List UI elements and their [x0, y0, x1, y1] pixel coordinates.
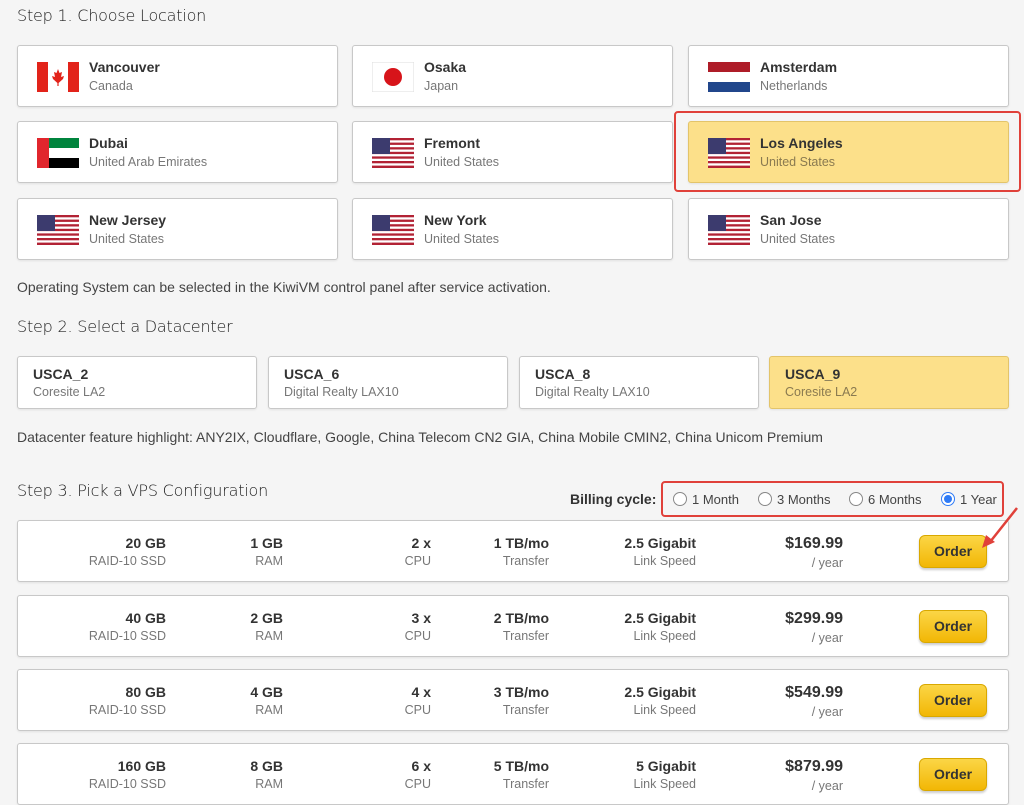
- location-name: San Jose: [760, 212, 822, 228]
- plan-cpu: 3 x CPU: [404, 610, 431, 643]
- plan-row: 20 GB RAID-10 SSD 1 GB RAM 2 x CPU 1 TB/mo T…: [17, 520, 1009, 582]
- plan-row: 40 GB RAID-10 SSD 2 GB RAM 3 x CPU 2 TB/mo T…: [17, 595, 1009, 657]
- plan-row: 160 GB RAID-10 SSD 8 GB RAM 6 x CPU 5 TB/mo…: [17, 743, 1009, 805]
- billing-option-label: 1 Month: [692, 491, 739, 507]
- location-country: United States: [89, 232, 165, 246]
- plan-link-speed: 5 Gigabit Link Speed: [633, 758, 696, 791]
- os-note: Operating System can be selected in the …: [17, 279, 551, 295]
- location-name: New Jersey: [89, 212, 167, 228]
- canada-flag-icon: [37, 62, 79, 92]
- plan-ram: 8 GB RAM: [250, 758, 283, 791]
- location-country: Canada: [89, 79, 133, 93]
- billing-option-label: 3 Months: [777, 491, 831, 507]
- netherlands-flag-icon: [708, 62, 750, 92]
- plan-price: $299.99/ year: [785, 610, 843, 645]
- location-fremont[interactable]: Fremont United States: [352, 121, 673, 183]
- radio-button-checked[interactable]: [941, 492, 955, 506]
- datacenter-usca-2[interactable]: USCA_2 Coresite LA2: [17, 356, 257, 409]
- location-san-jose[interactable]: San Jose United States: [688, 198, 1009, 260]
- plan-disk: 160 GB RAID-10 SSD: [88, 758, 166, 791]
- datacenter-location: Digital Realty LAX10: [535, 385, 650, 399]
- plan-cpu: 4 x CPU: [404, 684, 431, 717]
- plan-link-speed: 2.5 Gigabit Link Speed: [624, 535, 696, 568]
- plan-disk: 40 GB RAID-10 SSD: [88, 610, 166, 643]
- step1-title: Step 1. Choose Location: [17, 6, 207, 25]
- usa-flag-icon: [372, 215, 414, 245]
- datacenter-usca-8[interactable]: USCA_8 Digital Realty LAX10: [519, 356, 759, 409]
- plan-ram: 2 GB RAM: [250, 610, 283, 643]
- location-vancouver[interactable]: Vancouver Canada: [17, 45, 338, 107]
- location-country: United States: [424, 232, 500, 246]
- location-country: Netherlands: [760, 79, 828, 93]
- plan-disk: 20 GB RAID-10 SSD: [88, 535, 166, 568]
- radio-button[interactable]: [849, 492, 863, 506]
- location-dubai[interactable]: Dubai United Arab Emirates: [17, 121, 338, 183]
- location-osaka[interactable]: Osaka Japan: [352, 45, 673, 107]
- selection-highlight-box: [674, 111, 1021, 192]
- plan-link-speed: 2.5 Gigabit Link Speed: [624, 610, 696, 643]
- red-arrow-icon: [982, 507, 1018, 548]
- location-name: Amsterdam: [760, 59, 838, 75]
- datacenter-location: Digital Realty LAX10: [284, 385, 399, 399]
- location-country: United States: [424, 155, 500, 169]
- radio-button[interactable]: [673, 492, 687, 506]
- datacenter-code: USCA_9: [785, 366, 841, 382]
- step3-title: Step 3. Pick a VPS Configuration: [17, 481, 269, 500]
- location-name: Vancouver: [89, 59, 160, 75]
- datacenter-code: USCA_8: [535, 366, 591, 382]
- datacenter-usca-9[interactable]: USCA_9 Coresite LA2: [769, 356, 1009, 409]
- uae-flag-icon: [37, 138, 79, 168]
- location-name: New York: [424, 212, 487, 228]
- plan-ram: 1 GB RAM: [250, 535, 283, 568]
- usa-flag-icon: [708, 215, 750, 245]
- plan-disk: 80 GB RAID-10 SSD: [88, 684, 166, 717]
- plan-link-speed: 2.5 Gigabit Link Speed: [624, 684, 696, 717]
- order-button[interactable]: Order: [919, 684, 987, 717]
- datacenter-code: USCA_6: [284, 366, 340, 382]
- step2-title: Step 2. Select a Datacenter: [17, 317, 233, 336]
- billing-cycle-label: Billing cycle:: [570, 491, 657, 507]
- plan-price: $879.99/ year: [785, 758, 843, 793]
- billing-option-3-months[interactable]: 3 Months: [758, 491, 830, 507]
- plan-transfer: 5 TB/mo Transfer: [493, 758, 549, 791]
- location-country: Japan: [424, 79, 459, 93]
- location-country: United Arab Emirates: [89, 155, 208, 169]
- location-new-jersey[interactable]: New Jersey United States: [17, 198, 338, 260]
- usa-flag-icon: [37, 215, 79, 245]
- datacenter-location: Coresite LA2: [785, 385, 858, 399]
- plan-transfer: 3 TB/mo Transfer: [493, 684, 549, 717]
- plan-transfer: 1 TB/mo Transfer: [493, 535, 549, 568]
- location-name: Fremont: [424, 135, 480, 151]
- plan-cpu: 2 x CPU: [404, 535, 431, 568]
- datacenter-code: USCA_2: [33, 366, 89, 382]
- datacenter-location: Coresite LA2: [33, 385, 106, 399]
- order-button[interactable]: Order: [919, 610, 987, 643]
- plan-transfer: 2 TB/mo Transfer: [493, 610, 549, 643]
- location-name: Dubai: [89, 135, 128, 151]
- billing-option-1-month[interactable]: 1 Month: [673, 491, 739, 507]
- radio-button[interactable]: [758, 492, 772, 506]
- location-name: Osaka: [424, 59, 467, 75]
- usa-flag-icon: [372, 138, 414, 168]
- datacenter-usca-6[interactable]: USCA_6 Digital Realty LAX10: [268, 356, 508, 409]
- plan-price: $169.99/ year: [785, 535, 843, 570]
- datacenter-feature-note: Datacenter feature highlight: ANY2IX, Cl…: [17, 429, 823, 445]
- location-amsterdam[interactable]: Amsterdam Netherlands: [688, 45, 1009, 107]
- plan-cpu: 6 x CPU: [404, 758, 431, 791]
- plan-row: 80 GB RAID-10 SSD 4 GB RAM 4 x CPU 3 TB/mo T…: [17, 669, 1009, 731]
- location-new-york[interactable]: New York United States: [352, 198, 673, 260]
- location-country: United States: [760, 232, 836, 246]
- japan-flag-icon: [372, 62, 414, 92]
- order-button[interactable]: Order: [919, 758, 987, 791]
- billing-option-6-months[interactable]: 6 Months: [849, 491, 921, 507]
- plan-price: $549.99/ year: [785, 684, 843, 719]
- billing-option-label: 6 Months: [868, 491, 922, 507]
- plan-ram: 4 GB RAM: [250, 684, 283, 717]
